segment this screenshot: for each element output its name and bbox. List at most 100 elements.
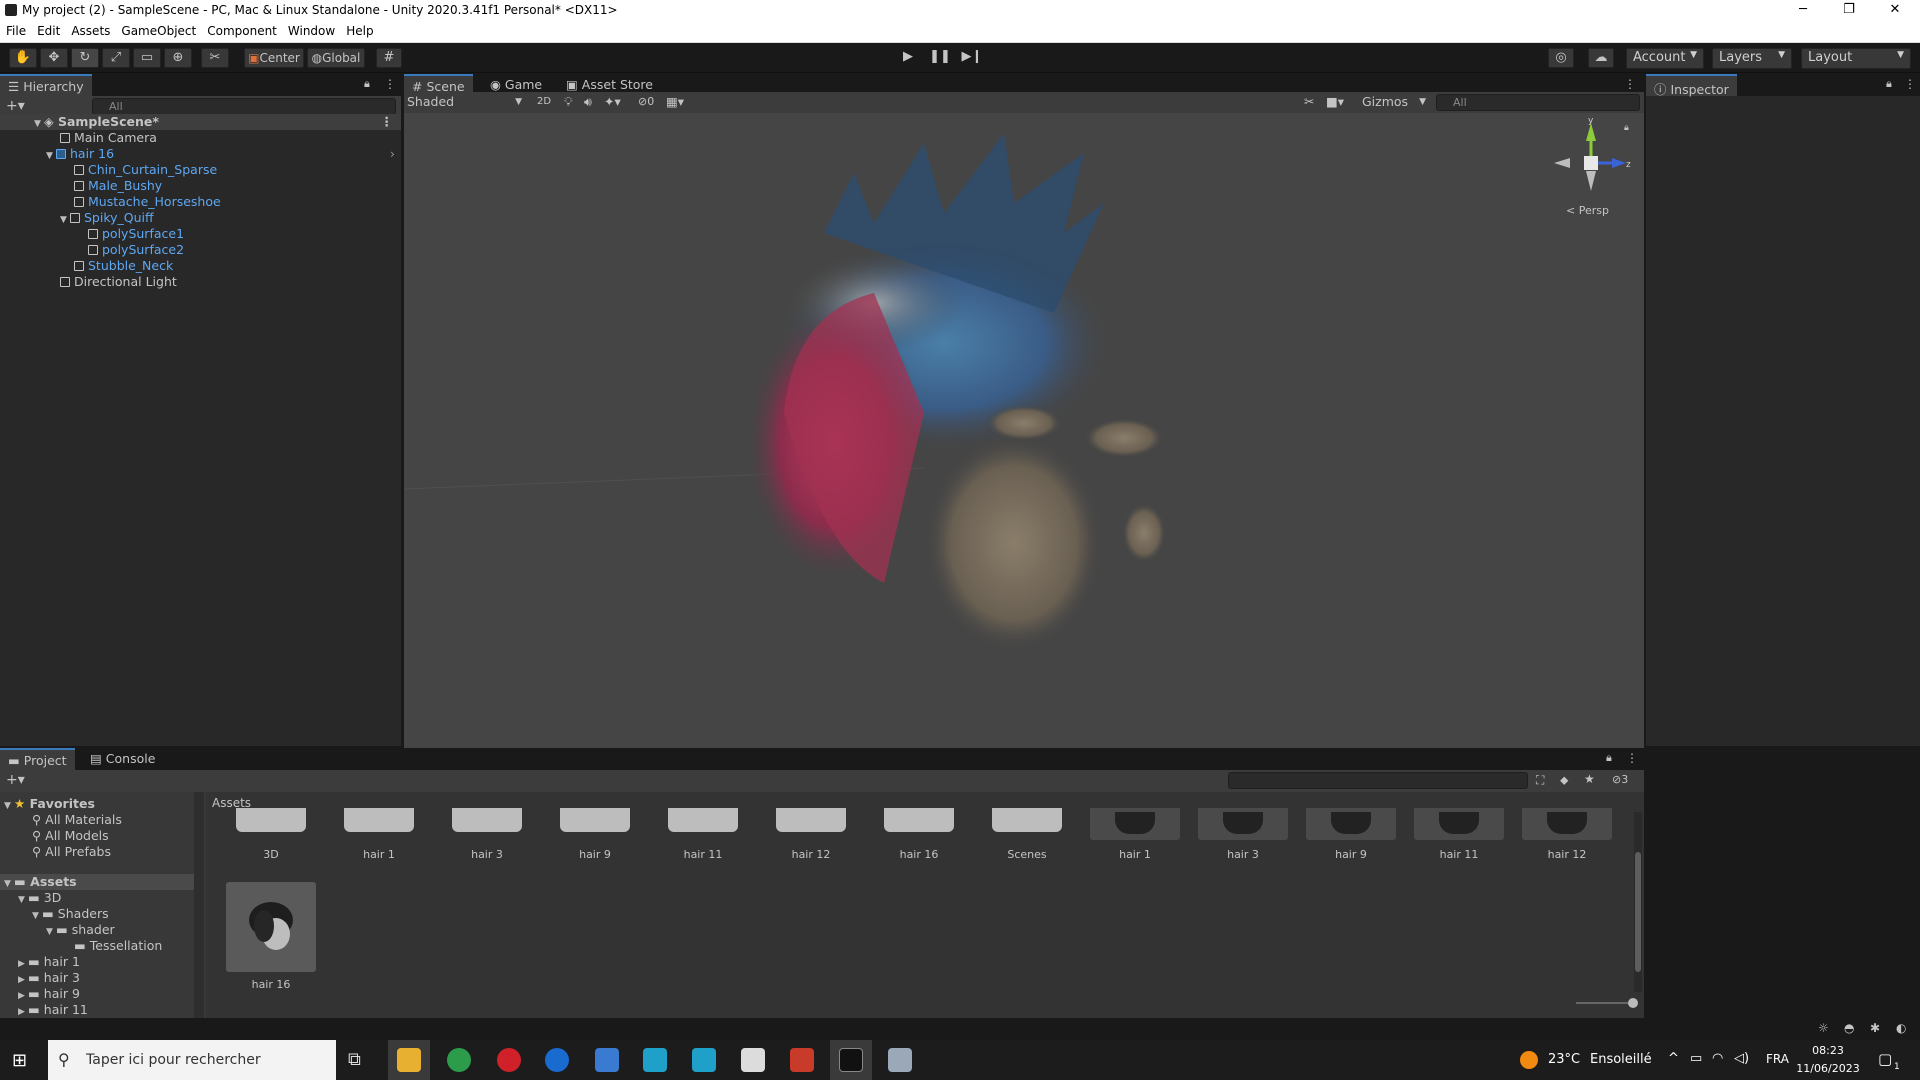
winrar-icon[interactable] — [790, 1048, 814, 1072]
tab-inspector[interactable]: ⓘ Inspector — [1646, 74, 1737, 97]
play-button[interactable]: ▶ — [893, 48, 923, 68]
favorites-header[interactable]: ▼ ★ Favorites — [4, 796, 95, 812]
layers-dropdown[interactable]: Layers ▼ — [1712, 48, 1792, 69]
grid-scrollbar[interactable] — [1634, 812, 1642, 992]
project-search-input[interactable] — [1228, 772, 1528, 789]
account-dropdown[interactable]: Account ▼ — [1626, 48, 1704, 69]
taskbar-search-input[interactable]: Taper ici pour rechercher — [48, 1040, 336, 1080]
cloud-icon[interactable]: ☁ — [1588, 48, 1614, 68]
shading-mode-dropdown[interactable]: Shaded ▼ — [407, 92, 525, 112]
asset-tile-folder[interactable] — [766, 808, 856, 840]
list-item[interactable]: ▼ hair 16 › — [46, 146, 401, 162]
kebab-menu-icon[interactable]: ⋮ — [384, 77, 396, 91]
filter-type-icon[interactable]: ⛶ — [1536, 773, 1544, 788]
scene-search-input[interactable]: All — [1436, 94, 1640, 111]
asset-tile-model[interactable] — [1306, 808, 1396, 840]
hierarchy-search-input[interactable]: All — [92, 98, 396, 115]
list-item[interactable]: Directional Light — [60, 274, 177, 290]
menu-window[interactable]: Window — [282, 22, 340, 38]
camera-icon[interactable]: ■▾ — [1326, 92, 1344, 112]
tree-scrollbar[interactable] — [194, 792, 204, 1018]
windows-start-icon[interactable]: ⊞ — [12, 1050, 27, 1071]
menu-component[interactable]: Component — [201, 22, 282, 38]
minimize-button[interactable]: ─ — [1780, 0, 1826, 22]
kebab-menu-icon[interactable]: ⋮ — [1624, 77, 1636, 91]
menu-assets[interactable]: Assets — [65, 22, 115, 38]
step-button[interactable]: ▶❙ — [957, 48, 987, 68]
list-item[interactable]: ▶ ▬ hair 1 — [18, 954, 80, 970]
list-item[interactable]: ⚲ All Models — [32, 828, 109, 844]
lock-icon[interactable]: 🔒︎ — [1886, 77, 1892, 91]
list-item[interactable]: Stubble_Neck — [74, 258, 173, 274]
weather-sun-icon[interactable] — [1520, 1051, 1538, 1069]
task-view-icon[interactable]: ⧉ — [348, 1049, 361, 1070]
list-item[interactable]: ▶ ▬ hair 3 — [18, 970, 80, 986]
asset-tile-folder[interactable] — [874, 808, 964, 840]
list-item[interactable]: ⚲ All Materials — [32, 812, 122, 828]
store-icon[interactable] — [595, 1048, 619, 1072]
tab-console[interactable]: ▤ Console — [82, 748, 163, 770]
wifi-icon[interactable]: ◠ — [1712, 1051, 1723, 1066]
grid-snap-icon[interactable]: # — [376, 48, 402, 68]
asset-tile-model[interactable] — [1522, 808, 1612, 840]
star-icon[interactable]: ★ — [1584, 772, 1595, 786]
weather-temp[interactable]: 23°C — [1548, 1052, 1580, 1067]
opera-icon[interactable] — [497, 1048, 521, 1072]
kebab-menu-icon[interactable]: ⋮ — [1626, 751, 1638, 765]
close-button[interactable]: ✕ — [1872, 0, 1918, 22]
asset-tile-folder[interactable] — [334, 808, 424, 840]
effects-icon[interactable]: ✦▾ — [604, 92, 621, 112]
rect-tool-icon[interactable]: ▭ — [133, 48, 161, 68]
audio-icon[interactable]: 🔊︎ — [584, 92, 592, 112]
maximize-button[interactable]: ❐ — [1826, 0, 1872, 22]
assets-root[interactable]: ▼ ▬ Assets — [0, 874, 194, 890]
tab-project[interactable]: ▬ Project — [0, 748, 75, 770]
hidden-objects-toggle[interactable]: ⊘0 — [638, 92, 654, 112]
debug-icon[interactable]: ☼ — [1818, 1021, 1829, 1035]
add-icon[interactable]: +▾ — [6, 98, 25, 114]
notification-icon[interactable]: ▢ — [1878, 1050, 1892, 1068]
progress-icon[interactable]: ◓ — [1844, 1021, 1854, 1035]
list-item[interactable]: Mustache_Horseshoe — [74, 194, 221, 210]
cache-icon[interactable]: ✱ — [1870, 1021, 1880, 1035]
lighting-icon[interactable]: 💡︎ — [564, 92, 573, 112]
weather-text[interactable]: Ensoleillé — [1590, 1052, 1652, 1067]
list-item[interactable]: Chin_Curtain_Sparse — [74, 162, 217, 178]
app-icon[interactable] — [888, 1048, 912, 1072]
move-tool-icon[interactable]: ✥ — [40, 48, 68, 68]
auto-generate-icon[interactable]: ◐ — [1896, 1021, 1906, 1035]
chevron-right-icon[interactable]: › — [390, 146, 395, 162]
layout-dropdown[interactable]: Layout ▼ — [1801, 48, 1911, 69]
asset-tile-folder[interactable] — [982, 808, 1072, 840]
list-item[interactable]: ▼ ▬ 3D — [18, 890, 61, 906]
list-item[interactable]: Main Camera — [60, 130, 157, 146]
unity-hub-icon[interactable] — [741, 1048, 765, 1072]
menu-file[interactable]: File — [0, 22, 31, 38]
list-item[interactable]: polySurface2 — [88, 242, 184, 258]
kebab-menu-icon[interactable]: ⋮ — [1904, 77, 1916, 91]
rotate-tool-icon[interactable]: ↻ — [71, 48, 99, 68]
collab-icon[interactable]: ◎ — [1548, 48, 1574, 68]
label-icon[interactable]: ⬥ — [1560, 773, 1568, 788]
lock-icon[interactable]: 🔒︎ — [1606, 751, 1612, 765]
asset-tile-hair16-thumb[interactable] — [226, 882, 316, 972]
menu-help[interactable]: Help — [340, 22, 378, 38]
tab-hierarchy[interactable]: ☰ Hierarchy — [0, 74, 92, 96]
orientation-gizmo[interactable]: y z < Persp — [1554, 116, 1631, 217]
volume-icon[interactable]: ◁) — [1734, 1051, 1749, 1066]
zoom-slider[interactable] — [1576, 998, 1638, 1008]
list-item[interactable]: ▶ ▬ hair 11 — [18, 1002, 88, 1018]
tools-icon[interactable]: ✂ — [1304, 92, 1314, 112]
asset-tile-folder[interactable] — [442, 808, 532, 840]
clock-date[interactable]: 11/06/2023 — [1796, 1062, 1860, 1075]
gizmos-dropdown[interactable]: Gizmos ▼ — [1362, 92, 1428, 112]
menu-edit[interactable]: Edit — [31, 22, 65, 38]
pivot-center-toggle[interactable]: ▣Center — [244, 48, 304, 68]
scale-tool-icon[interactable]: ⤢ — [102, 48, 130, 68]
projection-label[interactable]: < Persp — [1566, 204, 1609, 217]
kebab-menu-icon[interactable]: ⋮ — [381, 114, 394, 130]
custom-tool-icon[interactable]: ✂ — [201, 48, 229, 68]
list-item[interactable]: Male_Bushy — [74, 178, 162, 194]
list-item[interactable]: ▼ ▬ shader — [46, 922, 115, 938]
cortana-icon[interactable] — [545, 1048, 569, 1072]
